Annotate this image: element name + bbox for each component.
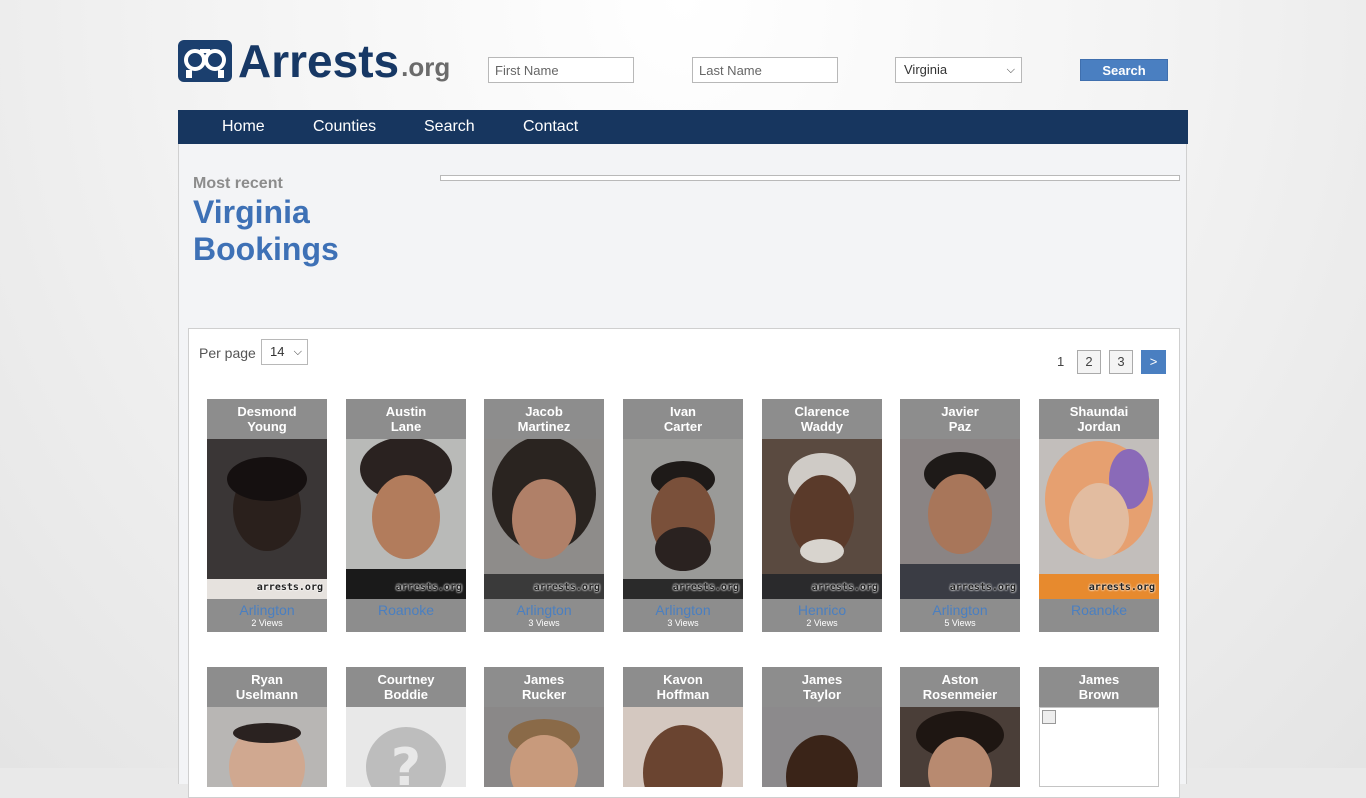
mugshot-image[interactable]: arrests.org bbox=[762, 439, 882, 599]
nav-item-counties[interactable]: Counties bbox=[313, 110, 376, 144]
watermark: arrests.org bbox=[949, 582, 1016, 593]
card-county-link[interactable]: Arlington bbox=[484, 599, 604, 617]
card-views bbox=[346, 617, 466, 632]
booking-card[interactable]: Ryan Uselmann bbox=[207, 667, 327, 787]
card-county-link[interactable]: Arlington bbox=[207, 599, 327, 617]
card-county-link[interactable]: Roanoke bbox=[346, 599, 466, 617]
card-name: Shaundai Jordan bbox=[1069, 404, 1129, 434]
watermark: arrests.org bbox=[395, 582, 462, 593]
per-page-select[interactable]: 14 ⌵ bbox=[261, 339, 308, 365]
booking-card[interactable]: Clarence Waddy arrests.org Henrico 2 View… bbox=[762, 399, 882, 632]
card-name: Aston Rosenmeier bbox=[922, 672, 998, 702]
watermark: arrests.org bbox=[811, 582, 878, 593]
booking-card[interactable]: James Taylor bbox=[762, 667, 882, 787]
booking-card[interactable]: Kavon Hoffman bbox=[623, 667, 743, 787]
page-subtitle: Most recent bbox=[193, 175, 283, 192]
watermark: arrests.org bbox=[672, 582, 739, 593]
card-name: Clarence Waddy bbox=[794, 404, 850, 434]
nav-item-home[interactable]: Home bbox=[222, 110, 265, 144]
mugshot-image[interactable] bbox=[207, 707, 327, 787]
card-name: James Brown bbox=[1078, 672, 1120, 702]
watermark: arrests.org bbox=[533, 582, 600, 593]
mugshot-image[interactable]: arrests.org bbox=[900, 439, 1020, 599]
booking-card[interactable]: Javier Paz arrests.org Arlington 5 Views bbox=[900, 399, 1020, 632]
site-logo[interactable]: Arrests .org bbox=[178, 35, 451, 87]
card-views: 3 Views bbox=[667, 618, 699, 628]
state-select-value: Virginia bbox=[904, 62, 948, 77]
pagination-page-3[interactable]: 3 bbox=[1109, 350, 1133, 374]
mugshot-image[interactable] bbox=[484, 707, 604, 787]
logo-wordmark: Arrests bbox=[238, 35, 400, 87]
card-county-link[interactable]: Roanoke bbox=[1039, 599, 1159, 617]
mugshot-image[interactable]: arrests.org bbox=[623, 439, 743, 599]
site-header: Arrests .org Virginia ⌵ Search bbox=[178, 36, 1188, 84]
mugshot-image[interactable] bbox=[762, 707, 882, 787]
mugshot-image[interactable] bbox=[623, 707, 743, 787]
card-name: Desmond Young bbox=[237, 404, 297, 434]
mugshot-image[interactable] bbox=[900, 707, 1020, 787]
bookings-panel: Per page 14 ⌵ 1 2 3 > Desmond Young arres… bbox=[188, 328, 1180, 798]
booking-card[interactable]: Shaundai Jordan arrests.org Roanoke bbox=[1039, 399, 1159, 632]
card-name: James Taylor bbox=[801, 672, 843, 702]
mugshot-image[interactable]: arrests.org bbox=[207, 439, 327, 599]
card-county-link[interactable]: Arlington bbox=[623, 599, 743, 617]
card-name: James Rucker bbox=[521, 672, 567, 702]
watermark: arrests.org bbox=[1088, 582, 1155, 593]
mugshot-image[interactable]: ? bbox=[346, 707, 466, 787]
booking-card[interactable]: Desmond Young arrests.org Arlington 2 Vie… bbox=[207, 399, 327, 632]
card-name: Ivan Carter bbox=[663, 404, 703, 434]
card-name: Ryan Uselmann bbox=[235, 672, 299, 702]
card-name: Courtney Boddie bbox=[377, 672, 435, 702]
logo-suffix: .org bbox=[401, 52, 451, 82]
card-county-link[interactable]: Henrico bbox=[762, 599, 882, 617]
nav-item-contact[interactable]: Contact bbox=[523, 110, 578, 144]
per-page-value: 14 bbox=[270, 344, 285, 359]
card-name: Jacob Martinez bbox=[517, 404, 571, 434]
mugshot-image[interactable]: arrests.org bbox=[1039, 439, 1159, 599]
pagination-current: 1 bbox=[1057, 354, 1065, 369]
page-title-line2: Bookings bbox=[193, 231, 339, 267]
booking-card[interactable]: James Brown bbox=[1039, 667, 1159, 787]
card-name: Kavon Hoffman bbox=[656, 672, 710, 702]
mugshot-image[interactable]: arrests.org bbox=[484, 439, 604, 599]
card-views: 5 Views bbox=[944, 618, 976, 628]
card-county-link[interactable]: Arlington bbox=[900, 599, 1020, 617]
state-select[interactable]: Virginia ⌵ bbox=[895, 57, 1022, 83]
booking-card[interactable]: James Rucker bbox=[484, 667, 604, 787]
main-nav: Home Counties Search Contact bbox=[178, 110, 1188, 144]
card-views: 3 Views bbox=[528, 618, 560, 628]
page-title-line1: Virginia bbox=[193, 194, 310, 230]
card-views bbox=[1039, 617, 1159, 632]
nav-item-search[interactable]: Search bbox=[424, 110, 475, 144]
last-name-input[interactable] bbox=[692, 57, 838, 83]
pagination-page-2[interactable]: 2 bbox=[1077, 350, 1101, 374]
broken-image-glyph-icon bbox=[1042, 710, 1056, 724]
svg-text:?: ? bbox=[391, 738, 421, 787]
card-views: 2 Views bbox=[806, 618, 838, 628]
chevron-down-icon: ⌵ bbox=[293, 346, 302, 358]
first-name-input[interactable] bbox=[488, 57, 634, 83]
page-title: Virginia Bookings bbox=[193, 194, 413, 268]
booking-card[interactable]: Jacob Martinez arrests.org Arlington 3 Vi… bbox=[484, 399, 604, 632]
search-button[interactable]: Search bbox=[1080, 59, 1168, 81]
card-views: 2 Views bbox=[251, 618, 283, 628]
watermark: arrests.org bbox=[256, 582, 323, 593]
per-page-label: Per page bbox=[199, 345, 256, 361]
card-name: Austin Lane bbox=[385, 404, 427, 434]
main-content: Most recent Virginia Bookings Per page 1… bbox=[178, 144, 1187, 798]
ad-banner bbox=[440, 175, 1180, 181]
booking-card[interactable]: Austin Lane arrests.org Roanoke bbox=[346, 399, 466, 632]
booking-card[interactable]: Courtney Boddie ? bbox=[346, 667, 466, 787]
booking-card[interactable]: Aston Rosenmeier bbox=[900, 667, 1020, 787]
card-name: Javier Paz bbox=[941, 404, 979, 434]
pagination-next-button[interactable]: > bbox=[1141, 350, 1166, 374]
chevron-down-icon: ⌵ bbox=[1006, 64, 1015, 76]
broken-image-icon[interactable] bbox=[1039, 707, 1159, 787]
booking-card[interactable]: Ivan Carter arrests.org Arlington 3 Views bbox=[623, 399, 743, 632]
handcuffs-logo-icon bbox=[178, 40, 232, 82]
mugshot-image[interactable]: arrests.org bbox=[346, 439, 466, 599]
